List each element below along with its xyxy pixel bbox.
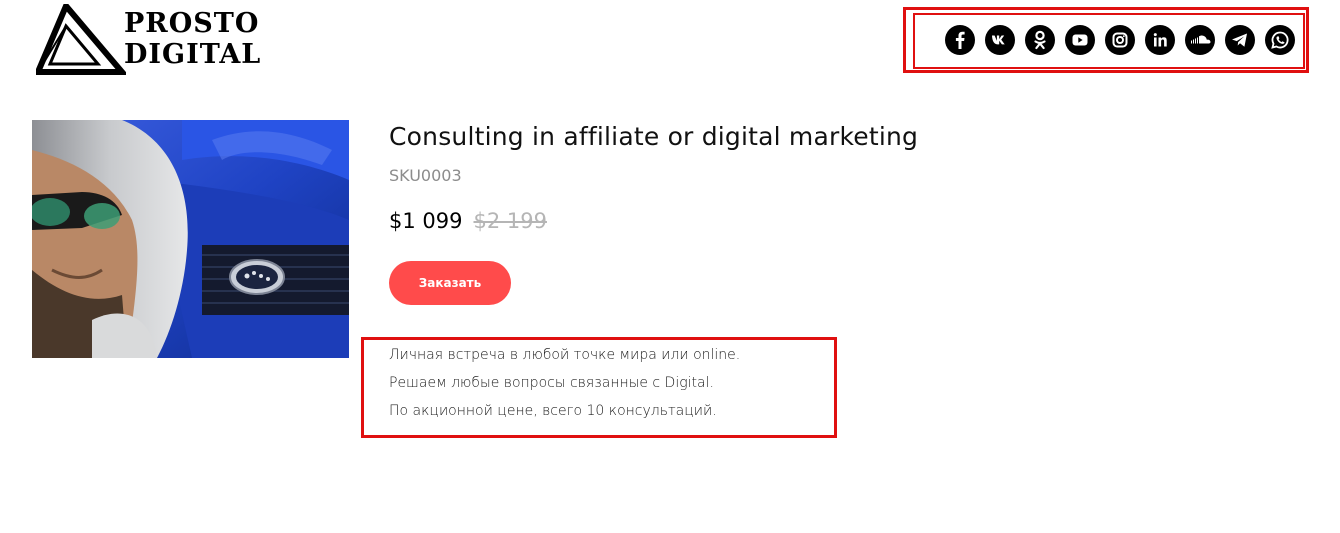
- logo-line-1: PROSTO: [124, 8, 260, 39]
- description-line: По акционной цене, всего 10 консультаций…: [389, 403, 717, 419]
- odnoklassniki-link[interactable]: [1025, 25, 1055, 55]
- instagram-icon: [1112, 32, 1128, 48]
- site-logo[interactable]: PROSTO DIGITAL: [36, 4, 261, 76]
- linkedin-link[interactable]: [1145, 25, 1175, 55]
- product-photo[interactable]: [32, 120, 349, 358]
- old-price: $2 199: [473, 209, 547, 233]
- product-image: [32, 120, 349, 358]
- logo-text: PROSTO DIGITAL: [124, 8, 261, 70]
- odnoklassniki-icon: [1034, 30, 1046, 50]
- description-line: Личная встреча в любой точке мира или on…: [389, 347, 741, 363]
- price-row: $1 099 $2 199: [389, 209, 547, 233]
- description-line: Решаем любые вопросы связанные с Digital…: [389, 375, 714, 391]
- product-sku: SKU0003: [389, 166, 462, 185]
- youtube-link[interactable]: [1065, 25, 1095, 55]
- current-price: $1 099: [389, 209, 463, 233]
- order-button[interactable]: Заказать: [389, 261, 511, 305]
- telegram-link[interactable]: [1225, 25, 1255, 55]
- facebook-icon: [955, 31, 965, 49]
- whatsapp-icon: [1271, 31, 1289, 49]
- telegram-icon: [1232, 33, 1247, 47]
- youtube-icon: [1072, 34, 1088, 46]
- logo-line-2: DIGITAL: [124, 39, 262, 70]
- product-description: Личная встреча в любой точке мира или on…: [389, 341, 740, 425]
- triangle-logo-icon: [36, 4, 126, 75]
- vk-link[interactable]: [985, 25, 1015, 55]
- instagram-link[interactable]: [1105, 25, 1135, 55]
- vk-icon: [992, 35, 1005, 45]
- social-links: [945, 25, 1295, 55]
- soundcloud-icon: [1191, 35, 1211, 44]
- product-title: Consulting in affiliate or digital marke…: [389, 122, 919, 151]
- soundcloud-link[interactable]: [1185, 25, 1215, 55]
- facebook-link[interactable]: [945, 25, 975, 55]
- linkedin-icon: [1153, 33, 1167, 47]
- whatsapp-link[interactable]: [1265, 25, 1295, 55]
